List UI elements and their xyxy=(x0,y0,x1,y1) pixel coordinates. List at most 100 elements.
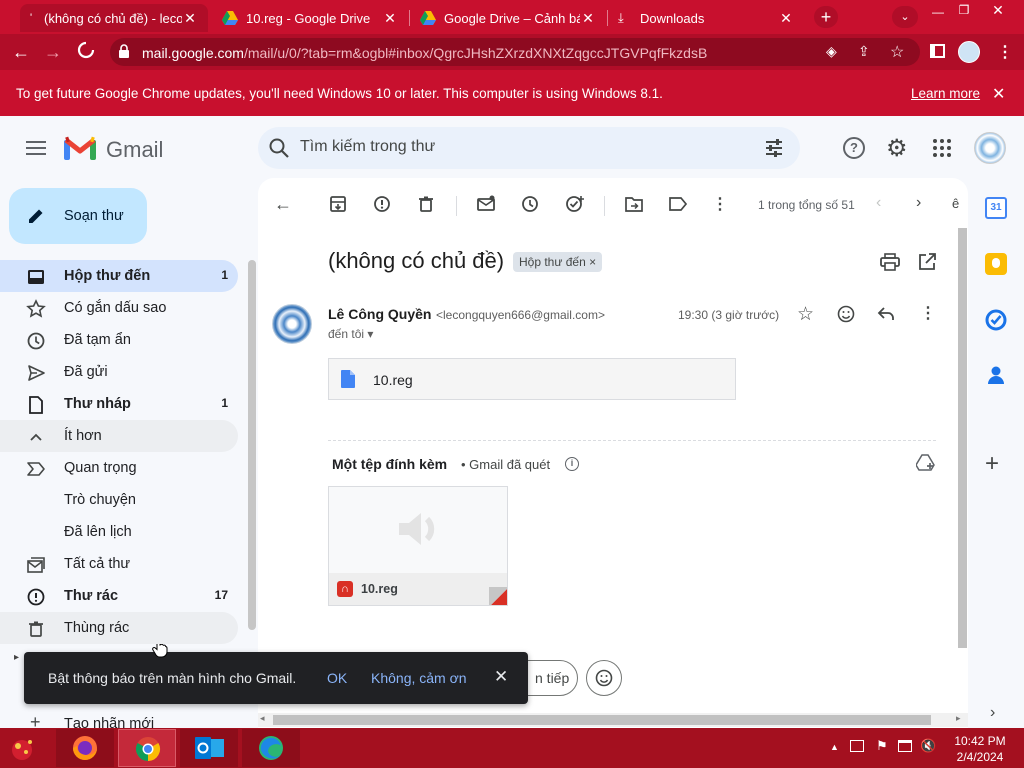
report-spam-icon[interactable] xyxy=(373,195,391,213)
toast-ok-button[interactable]: OK xyxy=(327,670,347,686)
more-actions-icon[interactable]: ⋮ xyxy=(712,194,728,214)
settings-gear-icon[interactable]: ⚙ xyxy=(886,134,908,163)
emoji-react-icon[interactable] xyxy=(837,305,855,323)
search-options-icon[interactable] xyxy=(764,138,784,158)
action-center-icon[interactable] xyxy=(850,740,864,752)
calendar-icon[interactable]: 31 xyxy=(985,197,1007,219)
add-to-drive-icon[interactable] xyxy=(916,454,936,472)
inbox-label-chip[interactable]: Hộp thư đến × xyxy=(513,252,603,272)
attachment-card[interactable]: ∩ 10.reg xyxy=(328,486,508,606)
close-tab-icon[interactable]: ✕ xyxy=(580,10,596,27)
delete-icon[interactable] xyxy=(417,195,435,213)
recipient-dropdown-icon[interactable]: ▾ xyxy=(367,327,373,341)
toast-close-icon[interactable]: ✕ xyxy=(494,667,508,687)
taskbar-firefox[interactable] xyxy=(56,729,114,767)
infobar-close-icon[interactable]: ✕ xyxy=(992,84,1005,104)
bookmark-star-icon[interactable]: ☆ xyxy=(890,42,904,62)
nav-item-4[interactable]: Đã gửi xyxy=(0,356,238,388)
sender-name[interactable]: Lê Công Quyền xyxy=(328,306,431,322)
nav-item-10[interactable]: Tất cả thư xyxy=(0,548,238,580)
close-tab-icon[interactable]: ✕ xyxy=(778,10,794,27)
help-icon[interactable]: ? xyxy=(843,137,865,159)
gmail-logo-icon[interactable] xyxy=(64,136,96,160)
nav-item-12[interactable]: Thùng rác xyxy=(0,612,238,644)
new-tab-button[interactable]: + xyxy=(814,6,838,28)
older-button[interactable]: › xyxy=(916,194,921,212)
message-scrollbar-thumb[interactable] xyxy=(958,228,967,648)
expand-labels-icon[interactable]: ▸ xyxy=(14,652,19,663)
tab-gmail[interactable]: ' (không có chủ đề) - lecon ✕ xyxy=(20,4,208,32)
taskbar-chrome[interactable] xyxy=(118,729,176,767)
close-tab-icon[interactable]: ✕ xyxy=(182,10,198,27)
add-task-icon[interactable] xyxy=(565,195,585,213)
archive-icon[interactable] xyxy=(329,195,347,213)
show-side-panel-icon[interactable]: › xyxy=(990,704,995,722)
volume-muted-icon[interactable]: 🔇 xyxy=(920,738,936,754)
minimize-button[interactable]: — xyxy=(926,4,950,20)
newer-button[interactable]: ‹ xyxy=(876,194,881,212)
flag-icon[interactable]: ⚑ xyxy=(876,738,888,754)
recipient-text[interactable]: đến tôi ▾ xyxy=(328,327,373,341)
loading-stop-button[interactable] xyxy=(76,40,96,60)
open-new-window-icon[interactable] xyxy=(918,253,936,271)
search-input[interactable]: Tìm kiếm trong thư xyxy=(300,138,435,156)
keep-icon[interactable] xyxy=(985,253,1007,275)
star-icon[interactable]: ☆ xyxy=(797,303,814,326)
mark-unread-icon[interactable] xyxy=(477,195,495,213)
url-text[interactable]: mail.google.com/mail/u/0/?tab=rm&ogbl#in… xyxy=(142,45,707,61)
clock-date[interactable]: 2/4/2024 xyxy=(954,750,1006,764)
nav-item-6[interactable]: Ít hơn xyxy=(0,420,238,452)
apps-grid-icon[interactable] xyxy=(932,138,952,158)
tab-drive-warning[interactable]: Google Drive – Cảnh báo ✕ xyxy=(410,4,606,32)
taskbar-edge[interactable] xyxy=(242,729,300,767)
taskbar-outlook[interactable] xyxy=(180,729,238,767)
lock-icon[interactable] xyxy=(118,44,130,58)
eye-icon[interactable]: ◈ xyxy=(826,43,837,60)
tab-drive-file[interactable]: 10.reg - Google Drive ✕ xyxy=(212,4,408,32)
toast-decline-button[interactable]: Không, cảm ơn xyxy=(371,670,467,686)
reply-icon[interactable] xyxy=(877,306,895,322)
close-tab-icon[interactable]: ✕ xyxy=(382,10,398,27)
tasks-icon[interactable] xyxy=(985,309,1007,331)
nav-item-7[interactable]: Quan trọng xyxy=(0,452,238,484)
info-icon[interactable]: i xyxy=(565,457,579,471)
remove-label-icon[interactable]: × xyxy=(589,255,596,269)
window-close-button[interactable]: ✕ xyxy=(986,2,1010,18)
horizontal-scrollbar-thumb[interactable] xyxy=(273,715,931,725)
input-tools-icon[interactable]: ê xyxy=(952,196,959,211)
start-button[interactable] xyxy=(4,730,44,766)
add-addons-icon[interactable]: + xyxy=(985,450,999,478)
scroll-right-arrow-icon[interactable]: ▸ xyxy=(956,713,961,724)
label-icon[interactable] xyxy=(669,197,687,211)
account-avatar[interactable] xyxy=(974,132,1006,164)
tab-search-button[interactable]: ⌄ xyxy=(892,6,918,28)
contacts-icon[interactable] xyxy=(987,365,1005,385)
tab-downloads[interactable]: ⤓ Downloads ✕ xyxy=(608,4,804,32)
main-menu-icon[interactable] xyxy=(26,140,46,156)
back-to-inbox-icon[interactable]: ← xyxy=(274,194,292,215)
forward-button[interactable]: → xyxy=(44,42,62,63)
nav-item-5[interactable]: Thư nháp 1 xyxy=(0,388,238,420)
learn-more-link[interactable]: Learn more xyxy=(911,86,980,101)
show-hidden-icons[interactable]: ▲ xyxy=(830,742,839,752)
share-icon[interactable]: ⇪ xyxy=(858,43,870,60)
clock-time[interactable]: 10:42 PM xyxy=(954,734,1006,748)
nav-item-9[interactable]: Đã lên lịch xyxy=(0,516,238,548)
scroll-left-arrow-icon[interactable]: ◂ xyxy=(260,713,265,724)
nav-item-3[interactable]: Đã tạm ẩn xyxy=(0,324,238,356)
message-more-icon[interactable]: ⋮ xyxy=(920,303,936,323)
restore-button[interactable]: ❐ xyxy=(952,2,976,18)
chrome-menu-icon[interactable]: ⋮ xyxy=(997,42,1013,62)
snooze-icon[interactable] xyxy=(521,195,539,213)
nav-item-11[interactable]: Thư rác 17 xyxy=(0,580,238,612)
back-button[interactable]: ← xyxy=(12,42,30,63)
profile-avatar[interactable] xyxy=(958,41,980,63)
nav-scrollbar[interactable] xyxy=(248,260,256,630)
sender-avatar[interactable] xyxy=(272,304,312,344)
nav-item-8[interactable]: Trò chuyện xyxy=(0,484,238,516)
nav-item-2[interactable]: Có gắn dấu sao xyxy=(0,292,238,324)
nav-item-1[interactable]: Hộp thư đến 1 xyxy=(0,260,238,292)
search-icon[interactable] xyxy=(268,137,290,159)
move-to-icon[interactable] xyxy=(625,196,643,212)
side-panel-icon[interactable] xyxy=(930,44,945,58)
